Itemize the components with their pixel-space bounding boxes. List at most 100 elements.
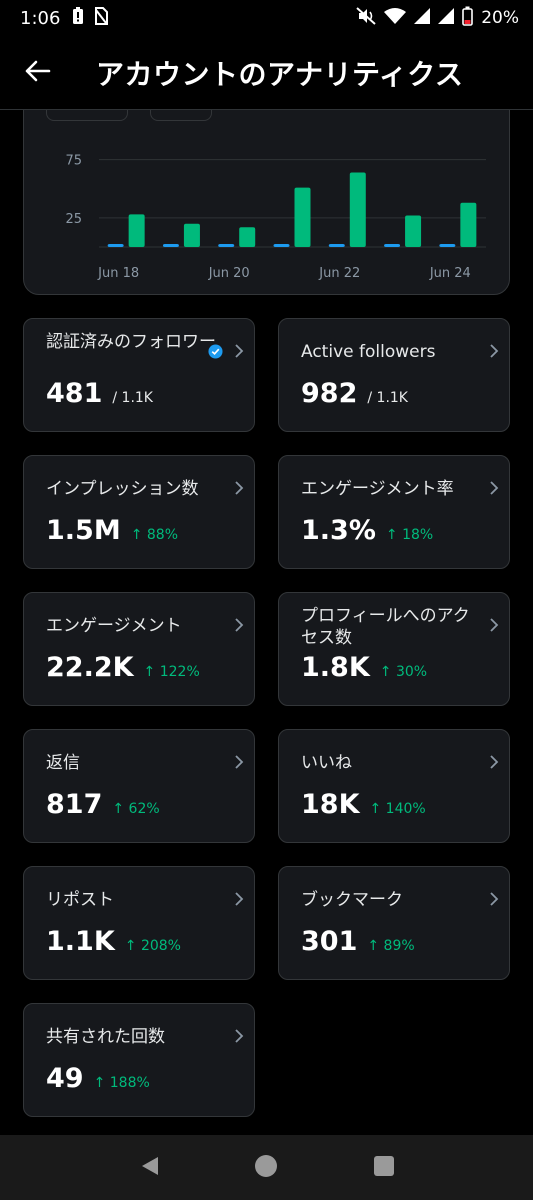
wifi-icon <box>384 7 407 29</box>
metric-value: 1.3% <box>301 515 376 546</box>
chevron-right-icon <box>234 891 244 911</box>
mute-icon <box>356 7 376 29</box>
bar <box>162 244 179 247</box>
bar <box>328 244 345 247</box>
metric-value: 22.2K <box>46 652 134 683</box>
y-tick-label: 25 <box>65 212 82 227</box>
metric-value: 982 <box>301 378 358 409</box>
metric-value: 817 <box>46 789 103 820</box>
metric-value: 481 <box>46 378 103 409</box>
analytics-content[interactable]: 75 25 Jun 18 Jun 20 Jun 22 Jun 24 認証済みのフォロワー 4… <box>0 110 533 1135</box>
metric-card[interactable]: インプレッション数 1.5M ↑ 88% <box>23 455 255 569</box>
x-tick-label: Jun 18 <box>97 266 139 281</box>
metric-change: ↑ 188% <box>93 1075 150 1091</box>
status-time: 1:06 <box>20 7 61 29</box>
metric-label: Active followers <box>301 342 436 362</box>
chevron-right-icon <box>489 343 499 363</box>
status-bar: 1:06 20% <box>0 0 533 36</box>
y-tick-label: 75 <box>65 154 82 169</box>
home-circle-icon <box>254 1154 278 1182</box>
metric-card[interactable]: 返信 817 ↑ 62% <box>23 729 255 843</box>
metric-total: / 1.1K <box>367 390 408 406</box>
metric-change: ↑ 18% <box>385 527 434 543</box>
metric-change: ↑ 122% <box>143 664 200 680</box>
bar-chart: 75 25 Jun 18 Jun 20 Jun 22 Jun 24 <box>65 154 486 281</box>
metric-label: ブックマーク <box>301 890 403 910</box>
bar <box>439 244 456 247</box>
no-sim-icon <box>94 7 109 29</box>
metric-value: 1.5M <box>46 515 121 546</box>
metric-value: 18K <box>301 789 360 820</box>
page-title: アカウントのアナリティクス <box>96 57 464 91</box>
metric-card[interactable]: いいね 18K ↑ 140% <box>278 729 510 843</box>
metric-label: 返信 <box>46 753 80 773</box>
system-nav-bar <box>0 1135 533 1200</box>
alert-icon <box>72 7 84 29</box>
bar <box>273 244 290 247</box>
metric-value: 1.8K <box>301 652 370 683</box>
metric-change: ↑ 62% <box>112 801 160 817</box>
x-tick-label: Jun 20 <box>208 266 250 281</box>
signal-icon <box>414 8 431 28</box>
metric-label: エンゲージメント <box>46 616 182 636</box>
metric-change: ↑ 208% <box>124 938 181 954</box>
bar <box>384 244 401 247</box>
metric-change: ↑ 140% <box>369 801 426 817</box>
chevron-right-icon <box>489 754 499 774</box>
metric-card[interactable]: 認証済みのフォロワー 481 / 1.1K <box>23 318 255 432</box>
page-header: アカウントのアナリティクス <box>0 36 533 110</box>
nav-recents-button[interactable] <box>364 1148 404 1188</box>
metric-change: ↑ 30% <box>379 664 428 680</box>
bar <box>218 244 235 247</box>
recents-square-icon <box>373 1155 395 1181</box>
back-arrow-icon <box>25 60 51 86</box>
chevron-right-icon <box>489 891 499 911</box>
nav-back-button[interactable] <box>129 1148 169 1188</box>
chevron-right-icon <box>234 617 244 637</box>
metric-label: プロフィールへのアクセス数 <box>301 606 470 648</box>
back-button[interactable] <box>18 53 58 93</box>
metric-card[interactable]: ブックマーク 301 ↑ 89% <box>278 866 510 980</box>
chevron-right-icon <box>234 343 244 363</box>
verified-badge-icon <box>208 344 223 363</box>
bar <box>128 214 145 247</box>
metric-card[interactable]: エンゲージメント率 1.3% ↑ 18% <box>278 455 510 569</box>
bar <box>107 244 124 247</box>
chevron-right-icon <box>489 617 499 637</box>
metric-card[interactable]: リポスト 1.1K ↑ 208% <box>23 866 255 980</box>
bar <box>239 227 256 247</box>
metric-change: ↑ 89% <box>367 938 415 954</box>
metric-card[interactable]: 共有された回数 49 ↑ 188% <box>23 1003 255 1117</box>
chevron-right-icon <box>234 480 244 500</box>
metric-value: 301 <box>301 926 358 957</box>
chart-card: 75 25 Jun 18 Jun 20 Jun 22 Jun 24 <box>23 110 510 295</box>
metric-grid: 認証済みのフォロワー 481 / 1.1K Active followers 982 / … <box>23 318 510 1117</box>
x-tick-label: Jun 22 <box>318 266 360 281</box>
metric-label: リポスト <box>46 890 114 910</box>
battery-percent: 20% <box>481 8 519 28</box>
metric-change: ↑ 88% <box>130 527 179 543</box>
back-triangle-icon <box>138 1155 160 1181</box>
metric-label: 認証済みのフォロワー <box>46 332 216 352</box>
metric-card[interactable]: エンゲージメント 22.2K ↑ 122% <box>23 592 255 706</box>
metric-card[interactable]: Active followers 982 / 1.1K <box>278 318 510 432</box>
metric-label: 共有された回数 <box>46 1027 165 1047</box>
nav-home-button[interactable] <box>246 1148 286 1188</box>
bar <box>183 223 200 247</box>
bar <box>349 172 366 247</box>
battery-icon <box>462 6 474 30</box>
metric-label: いいね <box>301 753 352 773</box>
signal-icon <box>438 8 455 28</box>
metric-total: / 1.1K <box>112 390 153 406</box>
metric-card[interactable]: プロフィールへのアクセス数 1.8K ↑ 30% <box>278 592 510 706</box>
chevron-right-icon <box>234 754 244 774</box>
chevron-right-icon <box>234 1028 244 1048</box>
bar <box>460 202 477 247</box>
chevron-right-icon <box>489 480 499 500</box>
metric-label: インプレッション数 <box>46 479 199 499</box>
bar <box>405 215 422 247</box>
bar <box>294 187 311 247</box>
metric-value: 49 <box>46 1063 84 1094</box>
x-tick-label: Jun 24 <box>429 266 471 281</box>
metric-label: エンゲージメント率 <box>301 479 454 499</box>
